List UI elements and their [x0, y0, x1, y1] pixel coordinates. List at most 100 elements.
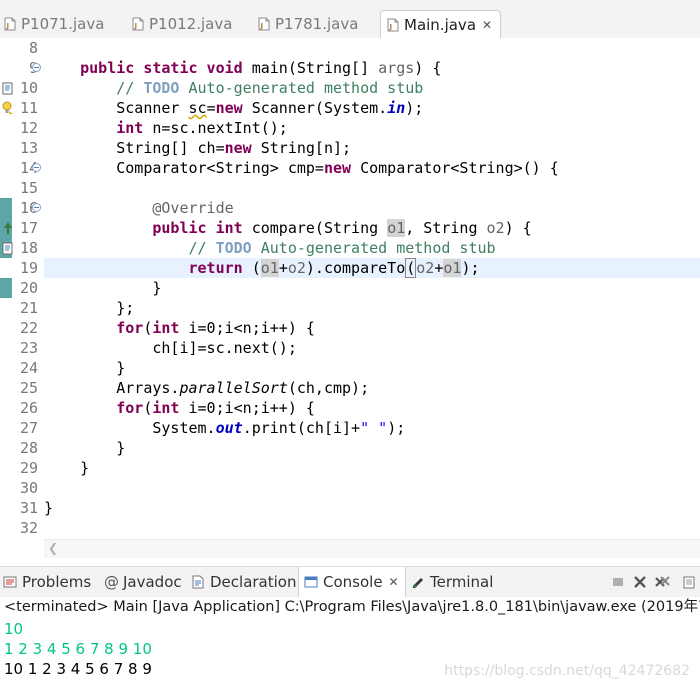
- todo-tag: TODO: [143, 79, 180, 97]
- code-text: );: [405, 99, 424, 117]
- java-file-icon: J: [258, 17, 270, 31]
- fold-toggle-icon[interactable]: [32, 163, 41, 172]
- line-number: 31: [19, 499, 38, 517]
- console-input-line: 10: [4, 620, 24, 638]
- fold-toggle-icon[interactable]: [32, 63, 41, 72]
- horizontal-scrollbar[interactable]: ❮: [44, 539, 700, 558]
- code-text: (: [242, 259, 261, 277]
- view-tab-bar: Problems @ Javadoc Declaration Console ✕…: [0, 566, 700, 598]
- string-literal: " ": [360, 419, 388, 437]
- bracket-match: (: [405, 258, 417, 278]
- code-line-19-current: 19 return (o1+o2).compareTo(o2+o1);: [0, 258, 700, 278]
- static-field: in: [387, 99, 406, 117]
- code-text: main(String[]: [251, 59, 379, 77]
- code-text: (ch,cmp);: [287, 379, 370, 397]
- tab-main-java[interactable]: J Main.java ✕: [380, 10, 502, 39]
- line-number: 15: [19, 179, 38, 197]
- param-name: o2: [486, 219, 505, 237]
- code-text: );: [387, 419, 406, 437]
- line-number: 8: [28, 39, 38, 57]
- tab-label: P1781.java: [275, 15, 359, 33]
- line-number: 29: [19, 459, 38, 477]
- code-line-8: 8: [0, 38, 700, 58]
- line-number: 25: [19, 379, 38, 397]
- close-icon[interactable]: ✕: [389, 575, 399, 589]
- keyword: new: [224, 139, 252, 157]
- code-text: i=0;i<n;i++) {: [179, 319, 315, 337]
- java-file-icon: J: [4, 17, 16, 31]
- tab-terminal[interactable]: Terminal: [410, 567, 493, 597]
- line-number: 18: [19, 239, 38, 257]
- line-number: 22: [19, 319, 38, 337]
- tab-label: Declaration: [210, 573, 297, 591]
- code-line-29: 29 }: [0, 458, 700, 478]
- code-line-32: 32: [0, 518, 700, 538]
- svg-text:J: J: [260, 22, 264, 30]
- fold-toggle-icon[interactable]: [32, 203, 41, 212]
- console-status-line: <terminated> Main [Java Application] C:\…: [4, 599, 700, 615]
- scroll-left-icon[interactable]: ❮: [48, 541, 58, 555]
- code-text: ) {: [504, 219, 532, 237]
- line-number: 10: [19, 79, 38, 97]
- keyword: int: [116, 119, 144, 137]
- tab-p1071[interactable]: J P1071.java: [4, 10, 104, 38]
- tab-javadoc[interactable]: @ Javadoc: [104, 567, 182, 597]
- tab-problems[interactable]: Problems: [2, 567, 91, 597]
- code-editor[interactable]: 8 9 public static void main(String[] arg…: [0, 38, 700, 560]
- code-text: n=sc.nextInt();: [143, 119, 288, 137]
- keyword: return: [188, 259, 243, 277]
- watermark: https://blog.csdn.net/qq_42472682: [444, 663, 690, 679]
- tab-declaration[interactable]: Declaration: [190, 567, 296, 597]
- line-number: 27: [19, 419, 38, 437]
- close-icon[interactable]: ✕: [482, 18, 492, 32]
- keyword: public static void: [80, 59, 252, 77]
- scroll-lock-icon[interactable]: [680, 574, 696, 590]
- param-name: o2: [287, 259, 306, 277]
- code-text: +: [278, 259, 288, 277]
- keyword: int: [152, 399, 180, 417]
- line-number: 30: [19, 479, 38, 497]
- code-line-30: 30: [0, 478, 700, 498]
- terminal-icon: [410, 574, 426, 590]
- code-text: };: [116, 299, 135, 317]
- line-number: 28: [19, 439, 38, 457]
- code-text: Arrays.: [116, 379, 180, 397]
- code-text: }: [152, 279, 162, 297]
- code-line-18: 18 // TODO Auto-generated method stub: [0, 238, 700, 258]
- code-text: System.: [152, 419, 216, 437]
- tab-console[interactable]: Console ✕: [298, 567, 406, 597]
- static-method: parallelSort: [179, 379, 288, 397]
- tab-p1012[interactable]: J P1012.java: [132, 10, 232, 38]
- line-number: 26: [19, 399, 38, 417]
- keyword: new: [215, 99, 243, 117]
- svg-text:J: J: [134, 22, 138, 30]
- code-line-28: 28 }: [0, 438, 700, 458]
- line-number: 21: [19, 299, 38, 317]
- code-line-17: 17 public int compare(String o1, String …: [0, 218, 700, 238]
- line-number: 12: [19, 119, 38, 137]
- code-text: ) {: [414, 59, 442, 77]
- terminate-icon[interactable]: [610, 574, 626, 590]
- console-output[interactable]: <terminated> Main [Java Application] C:\…: [0, 597, 700, 692]
- tab-label: Terminal: [430, 573, 494, 591]
- warning-variable: sc: [188, 99, 207, 117]
- remove-launch-icon[interactable]: [632, 574, 648, 590]
- code-line-20: 20 }: [0, 278, 700, 298]
- line-number: 23: [19, 339, 38, 357]
- code-line-31: 31 }: [0, 498, 700, 518]
- keyword: for: [116, 399, 144, 417]
- keyword: int: [152, 319, 180, 337]
- code-text: }: [116, 359, 126, 377]
- remove-all-terminated-icon[interactable]: [654, 574, 670, 590]
- declaration-icon: [190, 574, 206, 590]
- tab-p1781[interactable]: J P1781.java: [258, 10, 358, 38]
- code-text: Scanner: [116, 99, 189, 117]
- code-text: =: [206, 99, 216, 117]
- comment: //: [116, 79, 144, 97]
- comment: //: [188, 239, 216, 257]
- keyword: new: [323, 159, 352, 177]
- code-text: }: [116, 439, 126, 457]
- svg-text:J: J: [389, 23, 393, 31]
- comment: Auto-generated method stub: [251, 239, 496, 257]
- code-line-25: 25 Arrays.parallelSort(ch,cmp);: [0, 378, 700, 398]
